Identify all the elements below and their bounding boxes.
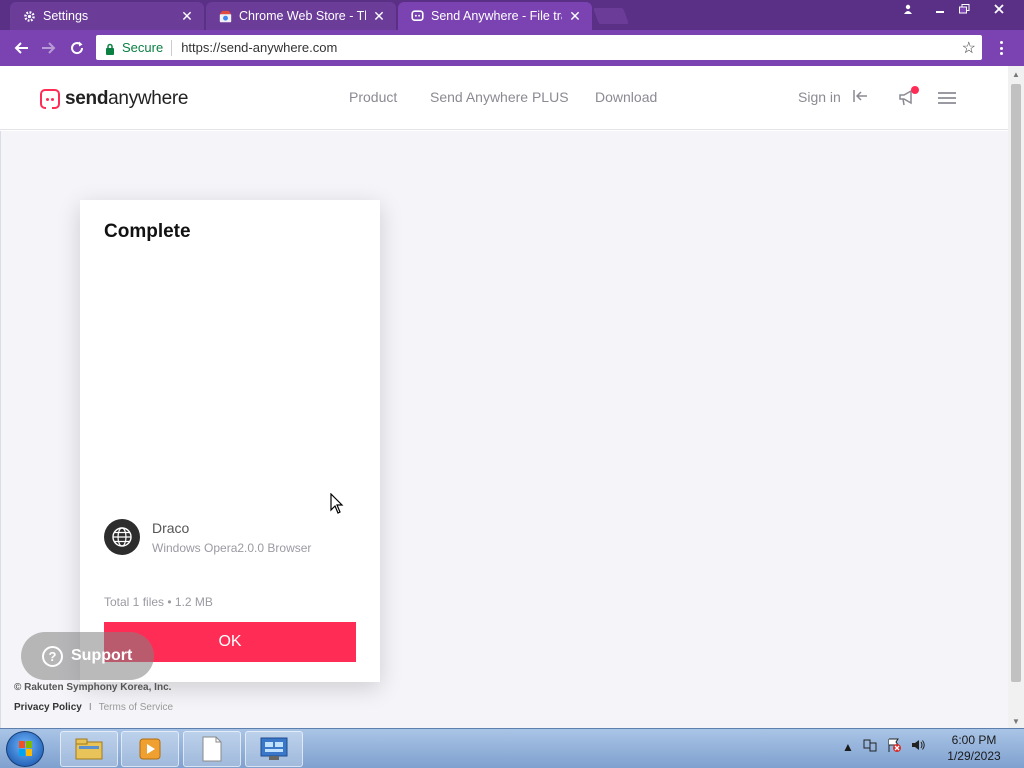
scroll-down-icon[interactable]: ▼ <box>1008 717 1024 726</box>
nav-download[interactable]: Download <box>595 89 657 105</box>
transfer-summary: Total 1 files • 1.2 MB <box>104 595 213 609</box>
send-anywhere-icon <box>410 9 424 23</box>
tab-title: Chrome Web Store - The <box>239 9 366 23</box>
close-icon[interactable]: ✕ <box>372 8 386 25</box>
windows-taskbar: ▲ 6:00 PM 1/29/2023 <box>0 728 1024 768</box>
send-anywhere-logo[interactable]: sendanywhere <box>40 88 188 110</box>
omnibox-divider <box>171 39 173 56</box>
new-tab-button[interactable] <box>593 8 629 24</box>
show-hidden-icons-icon[interactable]: ▲ <box>842 740 854 754</box>
restore-icon[interactable] <box>952 0 976 18</box>
start-button[interactable] <box>6 731 44 767</box>
site-menu-icon[interactable] <box>938 92 956 104</box>
chrome-web-store-icon <box>218 9 232 23</box>
notepad-icon[interactable] <box>183 731 241 767</box>
logo-text-suffix: anywhere <box>108 88 189 109</box>
network-icon[interactable] <box>862 737 878 756</box>
browser-toolbar: Secure https://send-anywhere.com ☆ <box>0 30 1024 66</box>
copyright-text: © Rakuten Symphony Korea, Inc. <box>14 682 172 693</box>
media-player-icon[interactable] <box>121 731 179 767</box>
nav-product[interactable]: Product <box>349 89 397 105</box>
clock-date: 1/29/2023 <box>947 749 1001 763</box>
volume-icon[interactable] <box>910 737 926 756</box>
question-icon: ? <box>42 645 63 667</box>
footer-separator: I <box>88 702 92 713</box>
address-bar[interactable]: Secure https://send-anywhere.com ☆ <box>96 35 982 60</box>
transfer-complete-dialog: Complete Draco Windows Opera2.0.0 Browse… <box>80 200 380 682</box>
tab-send-anywhere[interactable]: Send Anywhere - File tra ✕ <box>398 2 592 30</box>
action-center-flag-icon[interactable] <box>886 737 902 756</box>
reload-icon[interactable] <box>66 37 88 59</box>
browser-tab-strip: Settings ✕ Chrome Web Store - The ✕ Send… <box>0 0 1024 30</box>
system-tray: ▲ <box>842 737 926 756</box>
browser-menu-icon[interactable] <box>994 38 1008 58</box>
notification-badge <box>911 86 919 94</box>
window-close-icon[interactable] <box>984 0 1014 18</box>
gear-icon <box>22 9 36 23</box>
control-panel-icon[interactable] <box>245 731 303 767</box>
support-button[interactable]: ? Support <box>21 632 154 680</box>
bookmark-star-icon[interactable]: ☆ <box>962 38 976 58</box>
taskbar-clock[interactable]: 6:00 PM 1/29/2023 <box>936 732 1012 764</box>
logo-text-prefix: send <box>65 88 109 109</box>
nav-send-anywhere-plus[interactable]: Send Anywhere PLUS <box>430 89 569 105</box>
close-icon[interactable]: ✕ <box>568 8 582 25</box>
tab-title: Send Anywhere - File tra <box>431 9 562 23</box>
globe-icon <box>104 519 140 555</box>
back-icon[interactable] <box>10 37 32 59</box>
forward-icon[interactable] <box>38 37 60 59</box>
close-icon[interactable]: ✕ <box>180 8 194 25</box>
url-text[interactable]: https://send-anywhere.com <box>181 40 337 55</box>
logo-icon <box>40 89 60 109</box>
privacy-policy-link[interactable]: Privacy Policy <box>14 702 82 713</box>
clock-time: 6:00 PM <box>951 733 997 747</box>
device-detail: Windows Opera2.0.0 Browser <box>152 541 312 555</box>
tab-settings[interactable]: Settings ✕ <box>10 2 204 30</box>
secure-label: Secure <box>122 40 164 55</box>
logo-text: sendanywhere <box>65 88 188 110</box>
scroll-up-icon[interactable]: ▲ <box>1008 70 1024 79</box>
minimize-icon[interactable] <box>928 0 952 18</box>
device-name: Draco <box>152 520 190 536</box>
site-header: sendanywhere Product Send Anywhere PLUS … <box>0 66 1008 130</box>
footer-links: Privacy Policy I Terms of Service <box>14 702 173 713</box>
scroll-thumb[interactable] <box>1011 84 1021 682</box>
profile-icon[interactable] <box>896 0 920 18</box>
dialog-title: Complete <box>104 221 191 242</box>
support-label: Support <box>71 647 133 664</box>
lock-icon <box>104 42 116 55</box>
sign-in-arrow-icon[interactable] <box>852 89 868 106</box>
tab-title: Settings <box>43 9 89 23</box>
page-scrollbar[interactable]: ▲ ▼ <box>1008 66 1024 728</box>
mouse-cursor-icon <box>330 492 344 515</box>
file-explorer-icon[interactable] <box>60 731 118 767</box>
tab-chrome-web-store[interactable]: Chrome Web Store - The ✕ <box>206 2 396 30</box>
sign-in-link[interactable]: Sign in <box>798 89 841 105</box>
terms-of-service-link[interactable]: Terms of Service <box>99 702 173 713</box>
